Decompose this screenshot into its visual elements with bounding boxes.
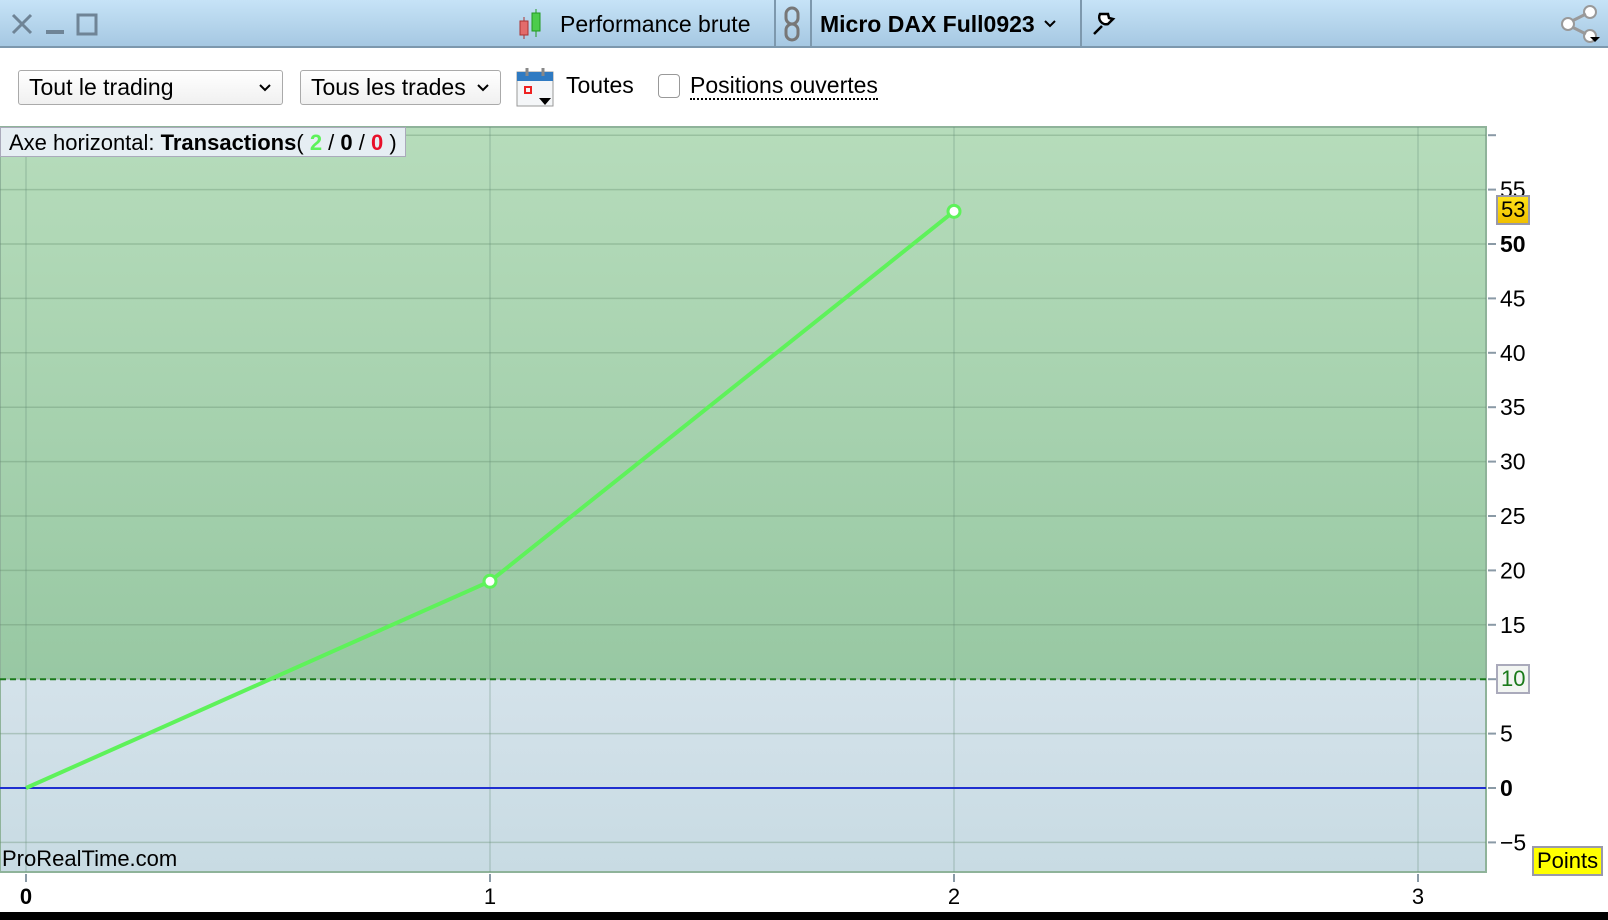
data-point	[482, 573, 498, 589]
y-tick-label: 0	[1500, 775, 1513, 801]
watermark: ProRealTime.com	[2, 846, 178, 871]
neutral-trades-count: 0	[340, 130, 353, 155]
horizontal-axis-info: Axe horizontal: Transactions( 2 / 0 / 0 …	[0, 127, 406, 157]
x-tick-label: 2	[948, 884, 960, 909]
y-tick-label: 45	[1500, 285, 1526, 311]
units-badge: Points	[1532, 846, 1604, 876]
winning-trades-count: 2	[309, 130, 323, 155]
y-tick-label: −5	[1500, 829, 1526, 855]
y-tick-label: 35	[1500, 394, 1526, 420]
y-tick-label: 15	[1500, 612, 1526, 638]
last-value-badge: 53	[1496, 195, 1531, 225]
bottom-strip	[0, 912, 1608, 920]
paren-close: )	[383, 130, 397, 155]
y-tick-label: 20	[1500, 557, 1526, 583]
axis-prefix: Axe horizontal:	[9, 130, 161, 155]
axis-name: Transactions	[160, 130, 297, 155]
x-tick-label: 0	[20, 884, 32, 909]
losing-trades-count: 0	[371, 130, 384, 155]
y-tick-label: 40	[1500, 340, 1526, 366]
y-tick-label: 30	[1500, 449, 1526, 475]
threshold-badge: 10	[1496, 664, 1531, 694]
x-tick-label: 3	[1412, 884, 1424, 909]
x-tick-label: 1	[484, 884, 496, 909]
y-tick-label: 5	[1500, 721, 1513, 747]
data-point	[946, 203, 962, 219]
paren-open: (	[296, 130, 310, 155]
upper-zone	[0, 127, 1486, 680]
y-tick-label: 50	[1500, 231, 1526, 257]
y-tick-label: 25	[1500, 503, 1526, 529]
sep: /	[322, 130, 341, 155]
sep: /	[352, 130, 371, 155]
